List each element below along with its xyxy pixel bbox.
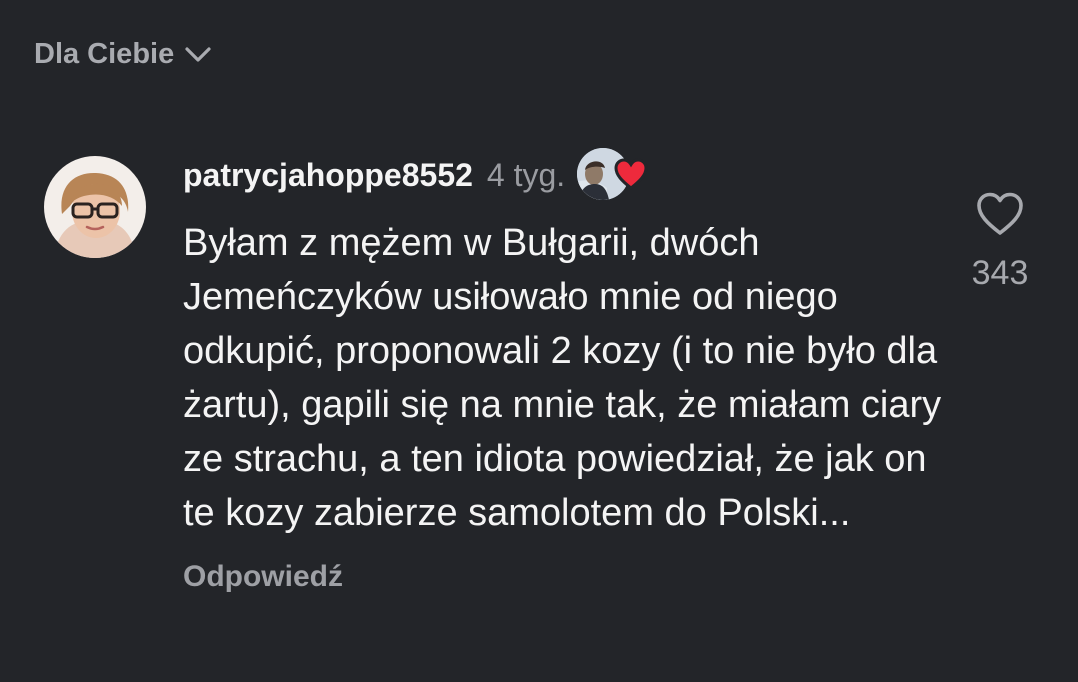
author-liked-heart-icon: [614, 158, 648, 190]
like-count: 343: [971, 254, 1029, 292]
chevron-down-icon: [185, 46, 211, 62]
heart-outline-icon[interactable]: [974, 190, 1026, 238]
user-avatar-image: [44, 156, 146, 258]
comment-meta: patrycjahoppe8552 4 tyg.: [183, 148, 943, 202]
reply-button[interactable]: Odpowiedź: [183, 560, 343, 594]
author-liked-badge: [577, 148, 651, 202]
comment-username[interactable]: patrycjahoppe8552: [183, 157, 473, 194]
comment: patrycjahoppe8552 4 tyg. Byłam z mężem w…: [183, 148, 943, 594]
feed-selector-label: Dla Ciebie: [34, 38, 175, 70]
feed-selector[interactable]: Dla Ciebie: [34, 38, 212, 71]
comment-time: 4 tyg.: [486, 156, 566, 193]
avatar[interactable]: [44, 156, 146, 258]
comment-text: Byłam z mężem w Bułgarii, dwóch Jemeńczy…: [183, 222, 942, 534]
like-control: 343: [958, 190, 1042, 293]
